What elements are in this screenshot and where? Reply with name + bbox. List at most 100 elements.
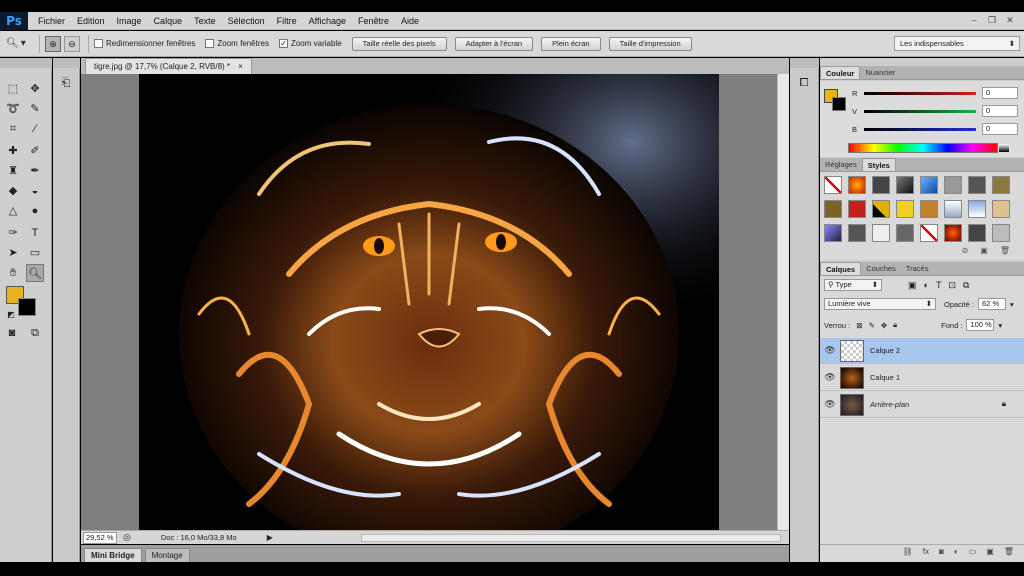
chevron-down-icon[interactable]: ▾ bbox=[998, 321, 1002, 330]
blue-value-field[interactable]: 0 bbox=[982, 123, 1018, 135]
menu-texte[interactable]: Texte bbox=[188, 12, 222, 30]
history-panel-icon[interactable]: ⎗ bbox=[57, 74, 75, 92]
style-swatch[interactable] bbox=[824, 176, 842, 194]
workspace-select[interactable]: Les indispensables ⬍ bbox=[894, 36, 1020, 51]
fx-icon[interactable]: fx bbox=[923, 545, 929, 558]
menu-calque[interactable]: Calque bbox=[148, 12, 189, 30]
lock-pixels-icon[interactable]: ✎ bbox=[869, 321, 875, 330]
fill-field[interactable]: 100 % bbox=[966, 319, 995, 331]
menu-selection[interactable]: Sélection bbox=[222, 12, 271, 30]
zoom-in-button[interactable]: ⊕ bbox=[45, 35, 61, 52]
document-tab[interactable]: tigre.jpg @ 17,7% (Calque 2, RVB/8) * × bbox=[85, 58, 252, 74]
paint-bucket-tool-icon[interactable]: ◒ bbox=[26, 182, 44, 200]
tab-couleur[interactable]: Couleur bbox=[820, 66, 861, 79]
tab-styles[interactable]: Styles bbox=[861, 158, 896, 171]
move-tool-icon[interactable]: ✥ bbox=[26, 80, 44, 98]
style-swatch[interactable] bbox=[872, 200, 890, 218]
green-channel-slider[interactable]: V 0 bbox=[852, 105, 1020, 119]
eye-icon[interactable]: 👁︎ bbox=[820, 372, 840, 383]
close-button[interactable]: ✕ bbox=[1004, 14, 1016, 26]
style-swatch[interactable] bbox=[968, 176, 986, 194]
background-color-swatch[interactable] bbox=[18, 298, 36, 316]
style-swatch[interactable] bbox=[824, 200, 842, 218]
layer-row-arriere-plan[interactable]: 👁︎ Arrière-plan 🔒︎ bbox=[820, 392, 1024, 418]
blue-channel-slider[interactable]: B 0 bbox=[852, 123, 1020, 137]
green-value-field[interactable]: 0 bbox=[982, 105, 1018, 117]
tab-couches[interactable]: Couches bbox=[861, 262, 901, 275]
rectangle-tool-icon[interactable]: ▭ bbox=[26, 244, 44, 262]
blur-tool-icon[interactable]: △ bbox=[4, 202, 22, 220]
screen-mode-icon[interactable]: ⧉ bbox=[26, 324, 44, 342]
brush-tool-icon[interactable]: ✐ bbox=[26, 142, 44, 160]
marquee-tool-icon[interactable]: ⬚ bbox=[4, 80, 22, 98]
style-swatch[interactable] bbox=[848, 176, 866, 194]
eye-icon[interactable]: 👁︎ bbox=[820, 399, 840, 410]
color-panel-background-swatch[interactable] bbox=[832, 97, 846, 111]
layer-row-calque-2[interactable]: 👁︎ Calque 2 bbox=[820, 338, 1024, 364]
tools-panel-header[interactable] bbox=[0, 58, 52, 68]
style-swatch[interactable] bbox=[824, 224, 842, 242]
zoom-all-windows-checkbox[interactable]: Zoom fenêtres bbox=[205, 39, 269, 48]
zoom-level-field[interactable]: 29,52 % bbox=[83, 531, 117, 544]
adjustment-layer-icon[interactable]: ◐ bbox=[954, 545, 959, 558]
layer-filter-select[interactable]: ⚲ Type ⬍ bbox=[824, 279, 882, 291]
menu-aide[interactable]: Aide bbox=[395, 12, 425, 30]
style-swatch[interactable] bbox=[992, 200, 1010, 218]
style-swatch[interactable] bbox=[848, 224, 866, 242]
status-menu-arrow-icon[interactable]: ▶ bbox=[267, 533, 273, 542]
horizontal-scrollbar[interactable] bbox=[361, 534, 781, 542]
print-size-button[interactable]: Taille d'impression bbox=[608, 36, 692, 51]
right-mini-header[interactable] bbox=[790, 58, 819, 68]
pen-tool-icon[interactable]: ✑ bbox=[4, 224, 22, 242]
slider-track[interactable] bbox=[864, 128, 976, 131]
layer-row-calque-1[interactable]: 👁︎ Calque 1 bbox=[820, 365, 1024, 391]
resize-windows-checkbox[interactable]: Redimensionner fenêtres bbox=[94, 39, 195, 48]
close-icon[interactable]: × bbox=[238, 62, 243, 71]
actual-pixels-button[interactable]: Taille réelle des pixels bbox=[351, 36, 447, 51]
vertical-scrollbar[interactable] bbox=[777, 74, 789, 530]
fit-screen-button[interactable]: Adapter à l'écran bbox=[454, 36, 534, 51]
style-swatch[interactable] bbox=[848, 200, 866, 218]
zoom-tool-icon[interactable]: 🔍︎ bbox=[26, 264, 44, 282]
blend-mode-select[interactable]: Lumière vive ⬍ bbox=[824, 298, 936, 310]
style-swatch[interactable] bbox=[896, 200, 914, 218]
clear-style-icon[interactable]: ⊘ bbox=[962, 246, 969, 258]
tool-preset-picker[interactable]: 🔍︎ ▾ bbox=[6, 35, 34, 53]
navigator-panel-icon[interactable]: ⧠ bbox=[795, 74, 813, 92]
style-swatch[interactable] bbox=[920, 176, 938, 194]
opacity-field[interactable]: 62 % bbox=[978, 298, 1007, 310]
filter-shape-icon[interactable]: ⊡ bbox=[948, 280, 956, 291]
tab-reglages[interactable]: Réglages bbox=[820, 158, 862, 171]
style-swatch[interactable] bbox=[944, 176, 962, 194]
tab-mini-bridge[interactable]: Mini Bridge bbox=[84, 548, 142, 562]
new-group-icon[interactable]: ▭ bbox=[969, 545, 977, 558]
menu-fenetre[interactable]: Fenêtre bbox=[352, 12, 395, 30]
filter-type-icon[interactable]: T bbox=[936, 280, 942, 290]
style-swatch[interactable] bbox=[920, 200, 938, 218]
mini-panel-header[interactable] bbox=[53, 58, 80, 68]
filter-pixel-icon[interactable]: ▣ bbox=[908, 280, 917, 291]
delete-icon[interactable]: 🗑︎ bbox=[1000, 246, 1010, 258]
delete-icon[interactable]: 🗑︎ bbox=[1004, 545, 1014, 558]
crop-tool-icon[interactable]: ⌗ bbox=[4, 120, 22, 138]
chevron-down-icon[interactable]: ▾ bbox=[1010, 300, 1014, 309]
style-swatch[interactable] bbox=[968, 200, 986, 218]
red-channel-slider[interactable]: R 0 bbox=[852, 87, 1020, 101]
style-swatch[interactable] bbox=[992, 224, 1010, 242]
preview-icon[interactable]: ◎ bbox=[123, 532, 131, 543]
add-mask-icon[interactable]: ◙ bbox=[939, 545, 944, 558]
fill-screen-button[interactable]: Plein écran bbox=[541, 36, 601, 51]
lock-all-icon[interactable]: 🔒︎ bbox=[893, 320, 897, 330]
style-swatch[interactable] bbox=[896, 224, 914, 242]
style-swatch[interactable] bbox=[968, 224, 986, 242]
scrubby-zoom-checkbox[interactable]: ✓ Zoom variable bbox=[278, 39, 342, 48]
filter-smart-object-icon[interactable]: ⧉ bbox=[963, 280, 969, 291]
history-brush-tool-icon[interactable]: ✒ bbox=[26, 162, 44, 180]
menu-affichage[interactable]: Affichage bbox=[303, 12, 352, 30]
style-swatch[interactable] bbox=[992, 176, 1010, 194]
menu-edition[interactable]: Edition bbox=[71, 12, 111, 30]
style-swatch[interactable] bbox=[944, 200, 962, 218]
document-image[interactable] bbox=[139, 74, 719, 530]
style-swatch[interactable] bbox=[944, 224, 962, 242]
style-swatch[interactable] bbox=[872, 176, 890, 194]
